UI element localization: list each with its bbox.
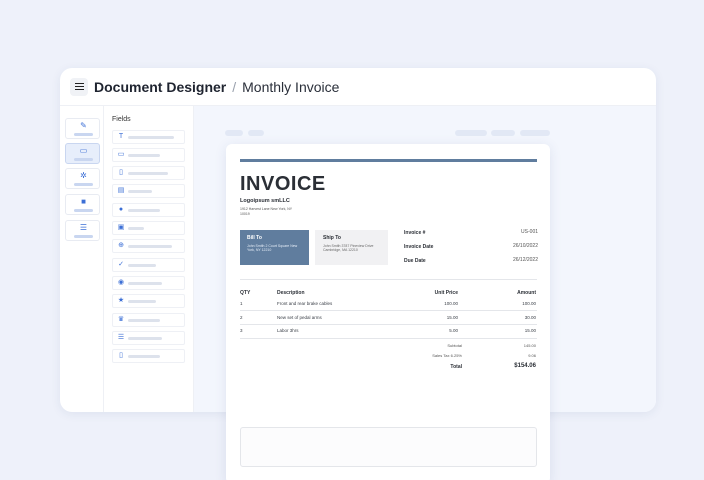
rail-item-list[interactable]: ☰: [65, 220, 100, 241]
row-divider: [240, 338, 537, 339]
company-address: 1912 Harvest Lane New York, NY 10019: [240, 207, 293, 216]
field-user[interactable]: ◉: [112, 276, 185, 290]
toolbar-placeholder: [491, 130, 515, 136]
column-description: Description: [277, 290, 305, 296]
fields-title: Fields: [112, 116, 131, 123]
rail-item-settings[interactable]: ✲: [65, 168, 100, 189]
column-unit-price: Unit Price: [434, 290, 458, 296]
rail-item-security[interactable]: ■: [65, 194, 100, 215]
row-qty: 2: [240, 315, 243, 320]
row-unit-price: 5.00: [449, 328, 458, 333]
crown-icon: ♛: [117, 316, 125, 323]
row-amount: 15.00: [524, 328, 536, 333]
invoice-title: INVOICE: [240, 173, 326, 195]
row-qty: 3: [240, 328, 243, 333]
row-divider: [240, 310, 537, 311]
field-page[interactable]: ▯: [112, 349, 185, 363]
company-name: Logoipsum smLLC: [240, 198, 290, 204]
toolbar-placeholder: [455, 130, 487, 136]
table-icon: ▤: [117, 187, 125, 194]
menu-icon[interactable]: [70, 77, 88, 96]
subtotal-value: 145.00: [523, 343, 536, 348]
row-unit-price: 100.00: [444, 301, 458, 306]
title-bar: Document Designer / Monthly Invoice: [60, 68, 656, 106]
row-description: New set of pedal arms: [277, 315, 322, 320]
star-icon: ★: [117, 297, 125, 304]
rail-item-fields[interactable]: ▭: [65, 143, 100, 164]
ship-to-heading: Ship To: [323, 235, 341, 241]
field-document[interactable]: ▯: [112, 166, 185, 180]
row-amount: 30.00: [524, 315, 536, 320]
due-date-value: 26/12/2022: [512, 257, 538, 263]
image-icon: ▣: [117, 224, 125, 231]
due-date-label: Due Date: [404, 258, 426, 264]
column-qty: QTY: [240, 290, 251, 296]
user-icon: ◉: [117, 279, 125, 286]
row-unit-price: 15.00: [446, 315, 458, 320]
total-value: $154.06: [514, 363, 536, 369]
ship-to-box: Ship To John Smith 3787 Pineview Drive C…: [315, 230, 388, 265]
row-divider: [240, 324, 537, 325]
lock-icon: ■: [81, 197, 86, 206]
fields-panel: Fields T ▭ ▯ ▤ ● ▣ ⊕ ✓ ◉ ★ ♛ ☰ ▯: [104, 106, 194, 412]
field-list[interactable]: ☰: [112, 331, 185, 345]
invoice-number-label: Invoice #: [404, 230, 426, 236]
row-description: Labor 3hrs: [277, 328, 299, 333]
check-icon: ✓: [118, 261, 124, 268]
rail-item-style[interactable]: ✎: [65, 118, 100, 139]
invoice-number-value: US-001: [521, 229, 538, 235]
document-icon: ▯: [119, 169, 123, 176]
header-rule: [240, 159, 537, 162]
gear-icon: ✲: [80, 171, 87, 180]
invoice-page[interactable]: INVOICE Logoipsum smLLC 1912 Harvest Lan…: [226, 144, 550, 480]
bill-to-heading: Bill To: [247, 235, 262, 241]
field-table[interactable]: ▤: [112, 184, 185, 198]
field-crown[interactable]: ♛: [112, 313, 185, 327]
breadcrumb-separator: /: [232, 78, 237, 95]
brush-icon: ✎: [80, 121, 87, 130]
list-icon: ☰: [117, 334, 125, 341]
field-rating[interactable]: ★: [112, 294, 185, 308]
page-icon: ▯: [119, 352, 123, 359]
row-amount: 100.00: [522, 301, 536, 306]
toolbar-placeholder: [520, 130, 550, 136]
notes-box[interactable]: [240, 427, 537, 467]
tax-value: 9.06: [528, 353, 536, 358]
tool-rail: ✎ ▭ ✲ ■ ☰: [60, 106, 104, 412]
list-icon: ☰: [79, 223, 88, 232]
toolbar-placeholder: [248, 130, 264, 136]
ship-to-address: John Smith 3787 Pineview Drive Cambridge…: [323, 244, 374, 252]
field-radio[interactable]: ●: [112, 203, 185, 217]
field-date[interactable]: ▭: [112, 148, 185, 162]
tax-label: Sales Tax 6.25%: [432, 353, 462, 358]
row-qty: 1: [240, 301, 243, 306]
divider: [240, 279, 537, 280]
toolbar-placeholder: [225, 130, 243, 136]
column-amount: Amount: [517, 290, 536, 296]
calendar-icon: ▭: [117, 151, 125, 158]
total-label: Total: [450, 364, 462, 370]
field-image[interactable]: ▣: [112, 221, 185, 235]
invoice-date-label: Invoice Date: [404, 244, 434, 250]
invoice-date-value: 26/10/2022: [512, 243, 538, 249]
document-title: Monthly Invoice: [242, 78, 340, 95]
app-title: Document Designer: [94, 78, 227, 95]
subtotal-label: Subtotal: [447, 343, 462, 348]
folder-icon: ▭: [79, 146, 88, 155]
bill-to-address: John Smith 2 Court Square New York, NY 1…: [247, 244, 298, 252]
field-text[interactable]: T: [112, 130, 185, 144]
circle-icon: ●: [118, 206, 124, 213]
text-icon: T: [118, 133, 124, 140]
plus-circle-icon: ⊕: [118, 242, 124, 249]
field-add[interactable]: ⊕: [112, 239, 185, 253]
row-description: Front and rear brake cables: [277, 301, 333, 306]
bill-to-box: Bill To John Smith 2 Court Square New Yo…: [240, 230, 309, 265]
field-checkbox[interactable]: ✓: [112, 258, 185, 272]
